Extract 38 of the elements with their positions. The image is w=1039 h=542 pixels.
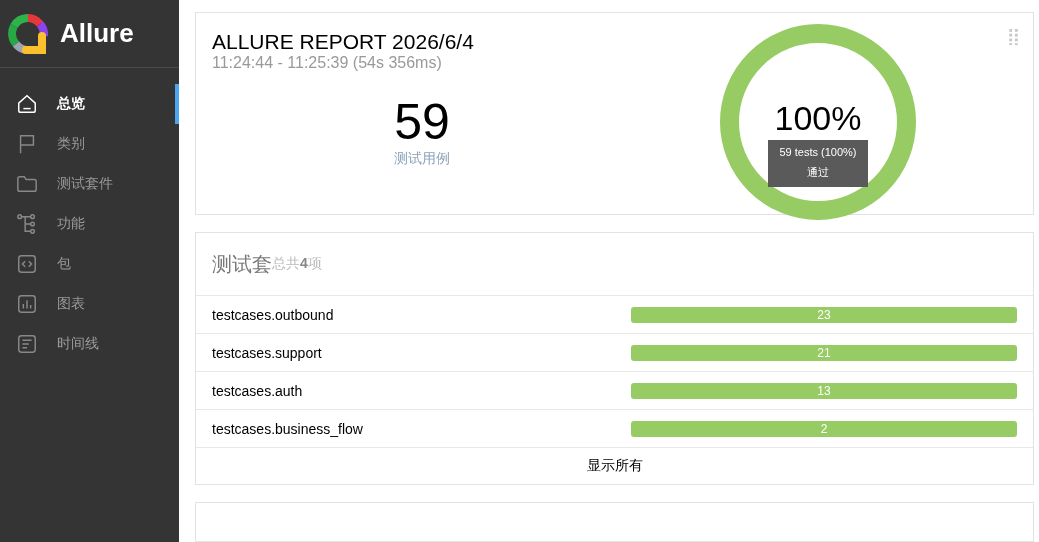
nav-item[interactable]: 总览 <box>0 84 179 124</box>
folder-icon <box>16 173 38 195</box>
suite-row[interactable]: testcases.auth 13 <box>196 372 1033 410</box>
tooltip-count: 59 tests (100%) <box>779 146 857 158</box>
suite-row[interactable]: testcases.business_flow 2 <box>196 410 1033 448</box>
suite-name: testcases.support <box>212 344 323 361</box>
suite-name: testcases.auth <box>212 382 304 399</box>
drag-handle-icon[interactable] <box>1009 29 1019 46</box>
suite-name: testcases.outbound <box>212 306 335 323</box>
suites-title: 测试套 <box>212 251 272 277</box>
nav-item[interactable]: 图表 <box>0 284 179 324</box>
percent-value: 100% <box>773 98 863 138</box>
allure-logo-icon <box>8 13 48 54</box>
suite-count: 13 <box>817 383 831 398</box>
nav-item[interactable]: 功能 <box>0 204 179 244</box>
brand-name: Allure <box>60 18 134 49</box>
suite-count: 21 <box>817 345 831 360</box>
tooltip-status: 通过 <box>807 165 829 180</box>
suite-row[interactable]: testcases.support 21 <box>196 334 1033 372</box>
code-icon <box>16 253 38 275</box>
suites-total: 总共4项 <box>272 255 322 271</box>
nav-item[interactable]: 测试套件 <box>0 164 179 204</box>
test-count: 59 <box>394 94 450 150</box>
tree-icon <box>16 213 38 235</box>
list-icon <box>16 333 38 355</box>
show-all-link[interactable]: 显示所有 <box>586 457 643 475</box>
nav-item[interactable]: 包 <box>0 244 179 284</box>
suite-count: 2 <box>820 421 828 436</box>
test-count-label: 测试用例 <box>394 150 450 168</box>
home-icon <box>16 93 38 115</box>
nav-item[interactable]: 类别 <box>0 124 179 164</box>
suite-count: 23 <box>817 307 831 322</box>
report-title: ALLURE REPORT 2026/6/4 <box>212 30 475 54</box>
nav-item[interactable]: 时间线 <box>0 324 179 364</box>
bar-chart-icon <box>16 293 38 315</box>
suite-name: testcases.business_flow <box>212 420 364 437</box>
suite-row[interactable]: testcases.outbound 23 <box>196 296 1033 334</box>
report-time-range: 11:24:44 - 11:25:39 (54s 356ms) <box>212 54 443 72</box>
